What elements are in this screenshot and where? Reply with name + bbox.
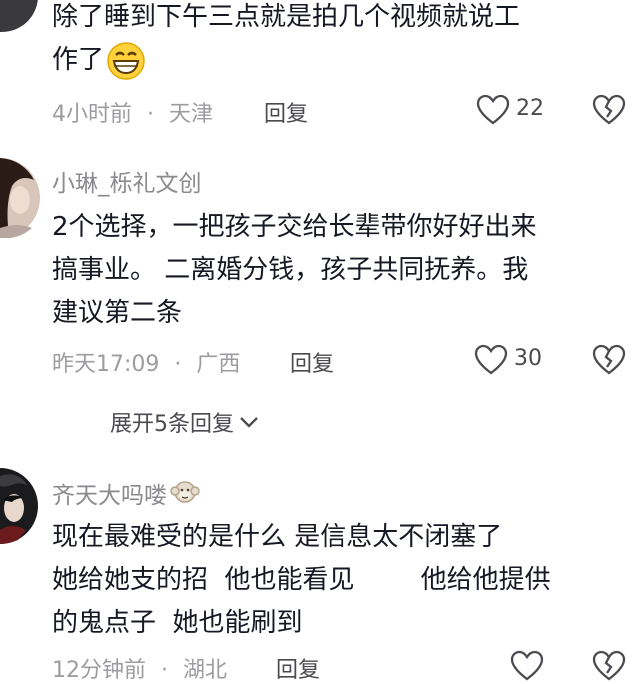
comment-time: 昨天17:09 xyxy=(52,352,160,377)
broken-heart-icon[interactable] xyxy=(592,344,626,376)
broken-heart-icon[interactable] xyxy=(592,650,626,682)
comment-meta: 12分钟前 · 湖北 xyxy=(52,652,227,684)
comment-2: 小琳_栎礼文创 2个选择，一把孩子交给长辈带你好好出来 搞事业。 二离婚分钱，孩… xyxy=(0,150,640,440)
heart-outline-icon[interactable] xyxy=(510,650,544,682)
heart-outline-icon[interactable] xyxy=(474,344,508,376)
username-label: 齐天大吗喽 xyxy=(52,483,167,509)
heart-outline-icon[interactable] xyxy=(476,94,510,126)
comment-text: 2个选择，一把孩子交给长辈带你好好出来 搞事业。 二离婚分钱，孩子共同抚养。我 … xyxy=(52,206,632,335)
reply-button[interactable]: 回复 xyxy=(264,96,308,128)
avatar[interactable] xyxy=(0,0,38,32)
comment-location: 广西 xyxy=(196,352,241,377)
avatar[interactable] xyxy=(0,468,40,544)
comment-text: 现在最难受的是什么 是信息太不闭塞了 她给她支的招 他也能看见 他给他提供 的鬼… xyxy=(52,516,640,645)
comment-location: 湖北 xyxy=(183,658,228,683)
comment-line: 她给她支的招 他也能看见 他给他提供 xyxy=(52,565,551,595)
chevron-down-icon xyxy=(240,417,258,428)
comment-line: 现在最难受的是什么 是信息太不闭塞了 xyxy=(52,522,503,552)
reply-button[interactable]: 回复 xyxy=(276,652,320,684)
comment-line: 的鬼点子 她也能刷到 xyxy=(52,608,303,638)
comment-line: 作了 xyxy=(52,45,105,75)
comment-line: 2个选择，一把孩子交给长辈带你好好出来 xyxy=(52,212,537,242)
username[interactable]: 齐天大吗喽 xyxy=(52,476,200,510)
comment-time: 12分钟前 xyxy=(52,658,146,683)
like-count: 22 xyxy=(516,96,544,121)
comment-3: 齐天大吗喽 现在最难受的是什么 是信息太不闭塞了 她给她支的招 他也能看见 他给… xyxy=(0,462,640,683)
expand-replies-label: 展开5条回复 xyxy=(110,412,234,437)
meta-separator: · xyxy=(161,658,168,683)
reply-button[interactable]: 回复 xyxy=(290,346,334,378)
comment-line: 搞事业。 二离婚分钱，孩子共同抚养。我 xyxy=(52,255,529,285)
meta-separator: · xyxy=(174,352,182,377)
avatar[interactable] xyxy=(0,158,40,238)
comment-meta: 4小时前 · 天津 xyxy=(52,96,213,128)
broken-heart-icon[interactable] xyxy=(592,94,626,126)
comment-location: 天津 xyxy=(169,102,214,127)
comment-text: 除了睡到下午三点就是拍几个视频就说工 作了 xyxy=(52,0,632,82)
grin-emoji xyxy=(107,41,145,80)
expand-replies-button[interactable]: 展开5条回复 xyxy=(110,406,260,438)
comment-1: 除了睡到下午三点就是拍几个视频就说工 作了 4小时前 · 天津 回复 22 xyxy=(0,0,640,140)
meta-separator: · xyxy=(147,102,154,127)
comment-time: 4小时前 xyxy=(52,102,132,127)
monkey-emoji xyxy=(170,481,200,503)
like-count: 30 xyxy=(514,346,542,371)
comment-line: 除了睡到下午三点就是拍几个视频就说工 xyxy=(52,2,521,32)
comment-line: 建议第二条 xyxy=(52,298,183,328)
comment-meta: 昨天17:09 · 广西 xyxy=(52,346,240,378)
username[interactable]: 小琳_栎礼文创 xyxy=(52,164,202,198)
